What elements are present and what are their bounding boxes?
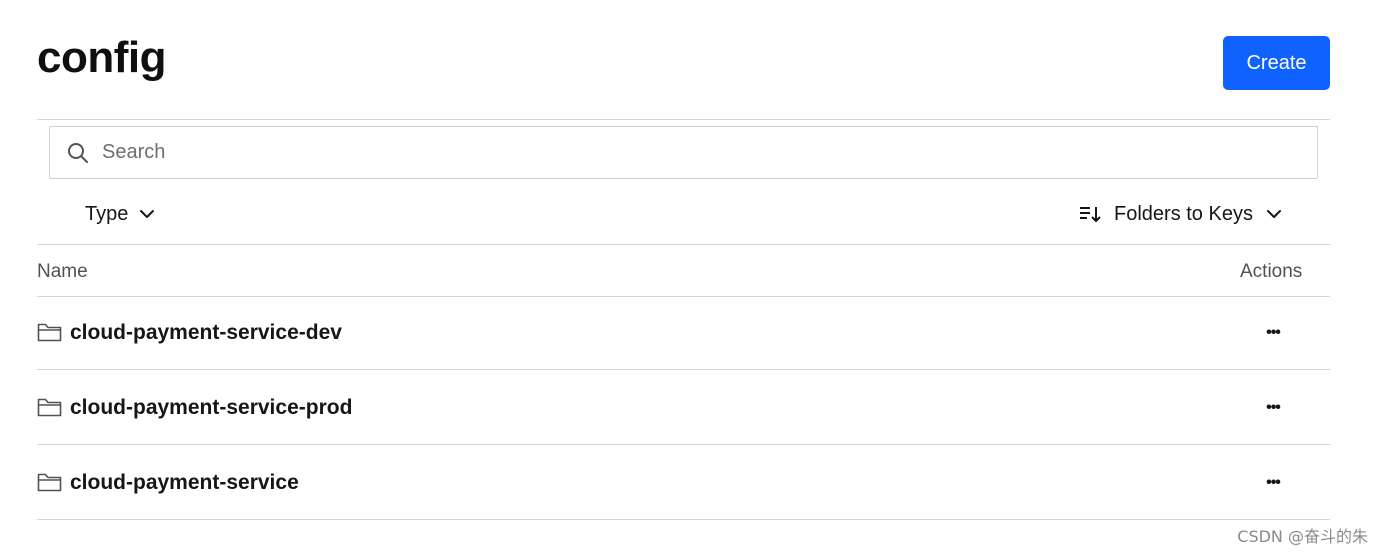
header-divider: [37, 119, 1330, 120]
sort-order-dropdown[interactable]: Folders to Keys: [1078, 198, 1283, 230]
create-button[interactable]: Create: [1223, 36, 1330, 90]
table-row[interactable]: cloud-payment-service •••: [37, 447, 1330, 521]
row-divider: [37, 444, 1330, 445]
type-filter-dropdown[interactable]: Type: [85, 198, 156, 230]
search-box[interactable]: [49, 126, 1318, 179]
row-divider: [37, 519, 1330, 520]
row-divider: [37, 369, 1330, 370]
chevron-down-icon: [1266, 210, 1281, 218]
chevron-down-icon: [140, 210, 155, 218]
table-row[interactable]: cloud-payment-service-prod •••: [37, 372, 1330, 446]
type-filter-label: Type: [85, 202, 129, 225]
row-actions-menu[interactable]: •••: [1259, 469, 1287, 497]
search-icon: [68, 143, 88, 163]
row-name-link[interactable]: cloud-payment-service-dev: [70, 319, 342, 347]
folder-icon: [37, 398, 62, 417]
folder-icon: [37, 323, 62, 342]
sort-icon: [1080, 207, 1101, 222]
row-name-link[interactable]: cloud-payment-service-prod: [70, 394, 352, 422]
row-name-link[interactable]: cloud-payment-service: [70, 469, 299, 497]
table-row[interactable]: cloud-payment-service-dev •••: [37, 297, 1330, 371]
row-actions-menu[interactable]: •••: [1259, 394, 1287, 422]
row-actions-menu[interactable]: •••: [1259, 319, 1287, 347]
more-options-icon: •••: [1266, 324, 1281, 341]
folder-icon: [37, 473, 62, 492]
column-header-actions: Actions: [1240, 261, 1303, 282]
sort-order-label: Folders to Keys: [1114, 202, 1253, 225]
more-options-icon: •••: [1266, 399, 1281, 416]
search-input[interactable]: [102, 127, 1302, 178]
filter-divider: [37, 244, 1330, 245]
watermark: CSDN @奋斗的朱: [1237, 527, 1368, 546]
column-header-name: Name: [37, 261, 88, 282]
more-options-icon: •••: [1266, 474, 1281, 491]
page: config Create Type Folders to Keys Name …: [0, 0, 1384, 555]
page-title: config: [37, 33, 166, 82]
